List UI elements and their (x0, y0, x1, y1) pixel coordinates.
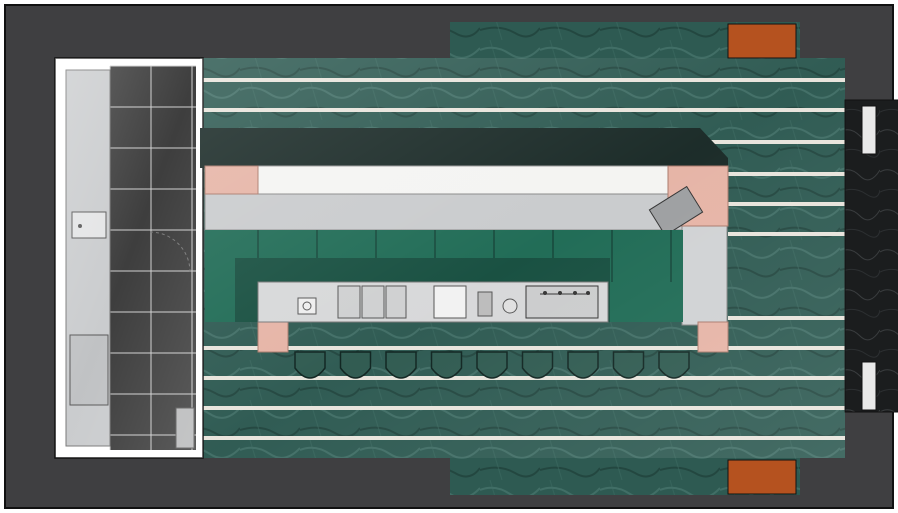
kitchen (54, 57, 204, 459)
entrance-door-bottom (861, 361, 877, 411)
light-glare (200, 58, 845, 458)
wood-panel-top (727, 23, 797, 59)
entrance-door-top (861, 105, 877, 155)
wood-panel-bottom (727, 459, 797, 495)
floor-plan (4, 4, 898, 509)
